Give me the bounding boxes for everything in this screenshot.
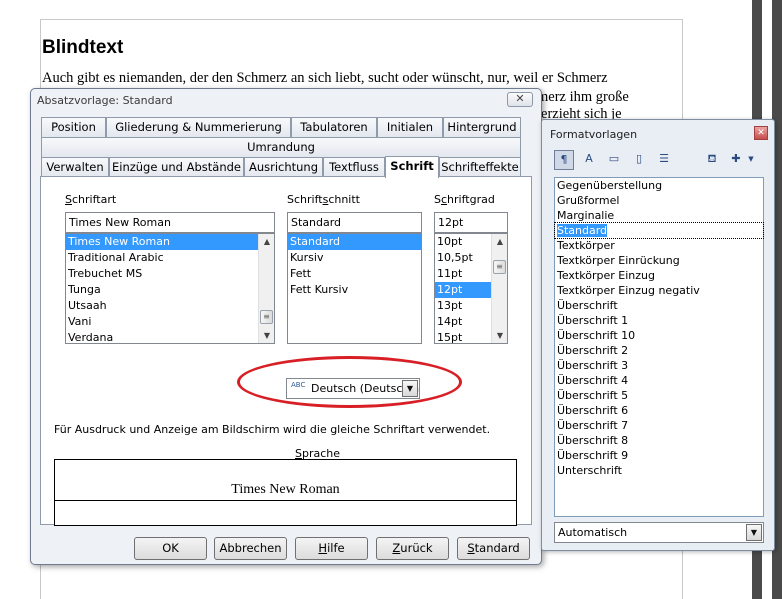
list-item[interactable]: Fett Kursiv	[288, 282, 421, 298]
list-item[interactable]: Überschrift	[555, 298, 763, 313]
font-family-input[interactable]: Times New Roman	[65, 212, 275, 233]
scroll-up-icon[interactable]: ▲	[492, 234, 507, 249]
list-item[interactable]: Gegenüberstellung	[555, 178, 763, 193]
tab-drop-caps[interactable]: Initialen	[377, 117, 443, 137]
list-item[interactable]: Standard	[554, 222, 764, 239]
font-tab-panel: Schriftart Times New Roman Times New Rom…	[40, 176, 532, 526]
paragraph-styles-icon[interactable]: ¶	[554, 150, 574, 170]
document-heading: Blindtext	[42, 37, 124, 58]
tab-font-effects[interactable]: Schrifteffekte	[439, 157, 521, 177]
styles-panel-title: Formatvorlagen	[550, 128, 638, 141]
scroll-down-icon[interactable]: ▼	[259, 328, 274, 343]
list-item[interactable]: Verdana	[66, 330, 274, 343]
list-item[interactable]: Fett	[288, 266, 421, 282]
list-item[interactable]: Times New Roman	[66, 234, 274, 250]
size-list-scrollbar[interactable]: ▲ ≡ ▼	[491, 234, 507, 343]
list-item[interactable]: Kursiv	[288, 250, 421, 266]
list-item[interactable]: Überschrift 9	[555, 448, 763, 463]
help-button[interactable]: Hilfe	[295, 537, 368, 560]
tab-text-flow[interactable]: Textfluss	[323, 157, 385, 177]
scroll-thumb[interactable]: ≡	[493, 260, 506, 274]
font-style-label: Schriftschnitt	[287, 193, 360, 206]
list-item[interactable]: Textkörper	[555, 238, 763, 253]
styles-panel: Formatvorlagen ✕ ¶ A ▭ ▯ ☰ ⛾ ✚ ▼ Gegenüb…	[541, 119, 775, 551]
chevron-down-icon[interactable]: ▼	[746, 524, 762, 541]
font-list-scrollbar[interactable]: ▲ ≡ ▼	[258, 234, 274, 343]
language-select[interactable]: ABC Deutsch (Deutschland) ▼	[286, 378, 420, 399]
close-icon[interactable]: ✕	[754, 126, 768, 140]
tab-indents-spacing[interactable]: Einzüge und Abstände	[109, 157, 244, 177]
tab-outline-numbering[interactable]: Gliederung & Nummerierung	[106, 117, 291, 137]
tab-background[interactable]: Hintergrund	[443, 117, 521, 137]
list-item[interactable]: Überschrift 5	[555, 388, 763, 403]
font-preview: Times New Roman	[54, 459, 517, 526]
list-item[interactable]: Textkörper Einrückung	[555, 253, 763, 268]
font-size-input[interactable]: 12pt	[434, 212, 508, 233]
chevron-down-icon[interactable]: ▼	[746, 150, 756, 170]
page-edge	[40, 19, 683, 20]
list-item[interactable]: Standard	[288, 234, 421, 250]
font-size-label: Schriftgrad	[434, 193, 495, 206]
list-item[interactable]: Trebuchet MS	[66, 266, 274, 282]
document-paragraph-line: Auch gibt es niemanden, der den Schmerz …	[42, 70, 608, 86]
info-text: Für Ausdruck und Anzeige am Bildschirm w…	[54, 423, 491, 436]
scroll-thumb[interactable]: ≡	[260, 310, 273, 324]
fill-format-icon[interactable]: ⛾	[702, 150, 722, 170]
dialog-title: Absatzvorlage: Standard	[37, 94, 173, 107]
tab-tabs[interactable]: Tabulatoren	[291, 117, 377, 137]
list-item[interactable]: Textkörper Einzug	[555, 268, 763, 283]
list-item[interactable]: Überschrift 4	[555, 373, 763, 388]
scroll-down-icon[interactable]: ▼	[492, 328, 507, 343]
list-item[interactable]: Überschrift 1	[555, 313, 763, 328]
list-item[interactable]: Überschrift 6	[555, 403, 763, 418]
paragraph-style-dialog: Absatzvorlage: Standard ✕ Position Glied…	[30, 88, 542, 565]
font-style-input[interactable]: Standard	[287, 212, 422, 233]
page-styles-icon[interactable]: ▯	[629, 150, 649, 170]
list-item[interactable]: Überschrift 8	[555, 433, 763, 448]
preview-baseline	[55, 500, 516, 501]
list-item[interactable]: Traditional Arabic	[66, 250, 274, 266]
list-item[interactable]: Grußformel	[555, 193, 763, 208]
styles-list[interactable]: Gegenüberstellung Grußformel Marginalie …	[554, 177, 764, 517]
reset-button[interactable]: Zurück	[376, 537, 449, 560]
chevron-down-icon[interactable]: ▼	[402, 380, 418, 397]
list-item[interactable]: 12pt	[435, 282, 491, 298]
list-styles-icon[interactable]: ☰	[654, 150, 674, 170]
preview-text: Times New Roman	[230, 482, 341, 497]
new-style-icon[interactable]: ✚	[726, 150, 746, 170]
scroll-up-icon[interactable]: ▲	[259, 234, 274, 249]
close-icon[interactable]: ✕	[507, 92, 533, 107]
character-styles-icon[interactable]: A	[579, 150, 599, 170]
ok-button[interactable]: OK	[134, 537, 207, 560]
list-item[interactable]: Unterschrift	[555, 463, 763, 478]
styles-filter-select[interactable]: Automatisch ▼	[554, 522, 764, 543]
list-item[interactable]: Überschrift 7	[555, 418, 763, 433]
spellcheck-icon: ABC	[291, 381, 306, 389]
list-item[interactable]: Überschrift 2	[555, 343, 763, 358]
list-item[interactable]: Marginalie	[555, 208, 763, 223]
list-item[interactable]: Vani	[66, 314, 274, 330]
font-family-label: Schriftart	[65, 193, 117, 206]
cancel-button[interactable]: Abbrechen	[214, 537, 287, 560]
list-item[interactable]: Utsaah	[66, 298, 274, 314]
list-item[interactable]: Überschrift 3	[555, 358, 763, 373]
list-item[interactable]: Textkörper Einzug negativ	[555, 283, 763, 298]
standard-button[interactable]: Standard	[457, 537, 530, 560]
tab-font[interactable]: Schrift	[385, 156, 439, 178]
font-size-list[interactable]: 10pt 10,5pt 11pt 12pt 13pt 14pt 15pt ▲ ≡…	[434, 233, 508, 344]
styles-filter-value: Automatisch	[558, 526, 628, 539]
list-item[interactable]: Tunga	[66, 282, 274, 298]
frame-styles-icon[interactable]: ▭	[604, 150, 624, 170]
tab-position[interactable]: Position	[41, 117, 106, 137]
font-style-list[interactable]: Standard Kursiv Fett Fett Kursiv	[287, 233, 422, 344]
tab-borders[interactable]: Umrandung	[41, 137, 521, 157]
font-family-list[interactable]: Times New Roman Traditional Arabic Trebu…	[65, 233, 275, 344]
tab-alignment[interactable]: Ausrichtung	[244, 157, 323, 177]
tab-organizer[interactable]: Verwalten	[41, 157, 109, 177]
list-item[interactable]: Überschrift 10	[555, 328, 763, 343]
